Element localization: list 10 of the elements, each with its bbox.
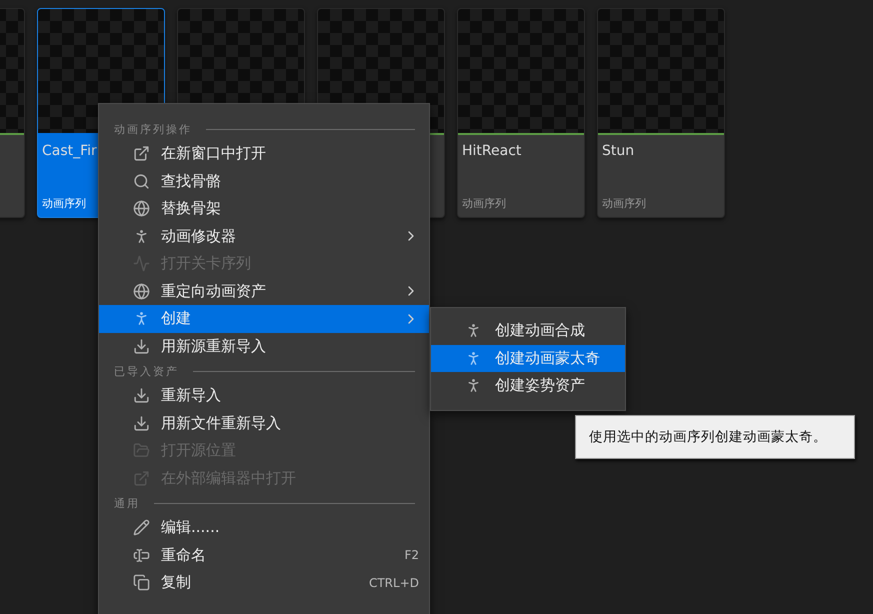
asset-name: Stun [602, 143, 634, 159]
asset-name: HitReact [462, 143, 522, 159]
section-title: 动画序列操作 [114, 122, 192, 136]
asset-type: 动画序列 [462, 196, 506, 211]
tooltip: 使用选中的动画序列创建动画蒙太奇。 [575, 415, 855, 459]
section-title: 已导入资产 [114, 364, 179, 378]
asset-name: Cast_Fir [42, 143, 97, 159]
section-title: 通用 [114, 496, 140, 510]
asset-type: 动画序列 [42, 196, 86, 211]
asset-type: 动画序列 [602, 196, 646, 211]
